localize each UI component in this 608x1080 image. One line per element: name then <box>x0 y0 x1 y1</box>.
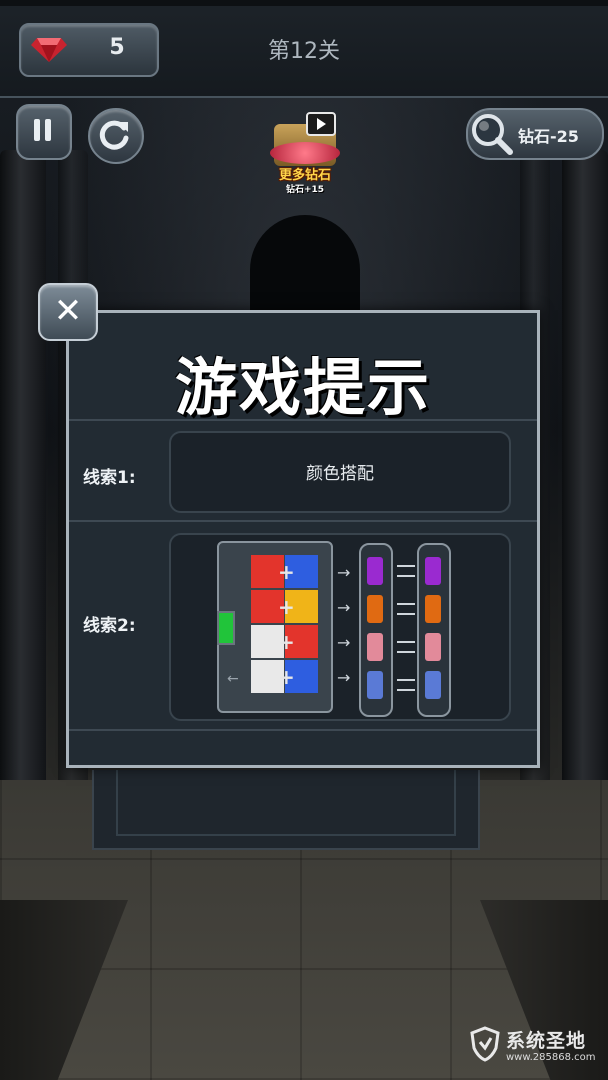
pillar-left <box>0 150 46 790</box>
close-icon: ✕ <box>53 291 83 331</box>
divider <box>69 419 537 421</box>
equals-icon <box>397 565 415 577</box>
color-vial-right <box>417 543 451 717</box>
equals-icon <box>397 641 415 653</box>
promo-subtitle: 钻石+15 <box>285 185 325 195</box>
watermark-url: www.285868.com <box>506 1052 596 1063</box>
swatch-orange <box>367 595 383 623</box>
top-bar: 5 第12关 <box>0 0 608 98</box>
watermark: 系统圣地 www.285868.com <box>468 1022 602 1072</box>
hint-dialog: 游戏提示 线索1: 颜色搭配 线索2: + + + + ← → → → → <box>66 310 540 768</box>
dialog-title: 游戏提示 <box>174 351 431 424</box>
divider <box>69 520 537 522</box>
promo-title: 更多钻石 <box>278 168 331 183</box>
swatch-blue <box>367 671 383 699</box>
arrow-right-icon: → <box>337 598 351 617</box>
swatch-blue <box>425 671 441 699</box>
game-board-base-inner <box>116 770 456 836</box>
clue2-label: 线索2: <box>83 616 136 636</box>
doorway <box>250 215 360 315</box>
video-icon <box>306 112 336 136</box>
arrow-right-icon: → <box>337 668 351 687</box>
hint-button[interactable]: 钻石-25 <box>466 108 604 160</box>
clue2-box: + + + + ← → → → → <box>169 533 511 721</box>
shield-logo-icon <box>470 1026 500 1062</box>
grid: + + + + <box>251 555 319 695</box>
game-board-base <box>92 770 480 850</box>
plus-icon: + <box>278 560 295 584</box>
clue2-puzzle-image: + + + + ← <box>217 541 333 713</box>
color-vial-left <box>359 543 393 717</box>
swatch-purple <box>367 557 383 585</box>
hint-cost-label: 钻石-25 <box>518 127 579 146</box>
arrow-right-icon: → <box>337 563 351 582</box>
restart-icon <box>99 120 129 150</box>
arrow-left-icon: ← <box>227 671 239 687</box>
equals-icon <box>397 603 415 615</box>
pause-button[interactable] <box>16 104 72 160</box>
plus-icon: + <box>278 665 295 689</box>
equals-icon <box>397 679 415 691</box>
swatch-pink <box>425 633 441 661</box>
divider <box>69 729 537 731</box>
clue1-text: 颜色搭配 <box>306 464 374 484</box>
plus-icon: + <box>278 595 295 619</box>
level-title: 第12关 <box>268 39 340 64</box>
pillar-right <box>562 150 608 790</box>
gem-pile-icon <box>270 142 340 164</box>
more-diamonds-promo[interactable]: 更多钻石 钻石+15 <box>266 106 344 196</box>
swatch-purple <box>425 557 441 585</box>
swatch-orange <box>425 595 441 623</box>
magnifier-icon <box>472 114 513 155</box>
clue1-label: 线索1: <box>83 468 136 488</box>
close-dialog-button[interactable]: ✕ <box>38 283 98 341</box>
clue1-box: 颜色搭配 <box>169 431 511 513</box>
watermark-brand: 系统圣地 <box>506 1030 587 1052</box>
swatch-pink <box>367 633 383 661</box>
plus-icon: + <box>278 630 295 654</box>
exit-light <box>217 611 235 645</box>
pause-icon <box>34 119 51 141</box>
restart-button[interactable] <box>88 108 144 164</box>
arrow-right-icon: → <box>337 633 351 652</box>
